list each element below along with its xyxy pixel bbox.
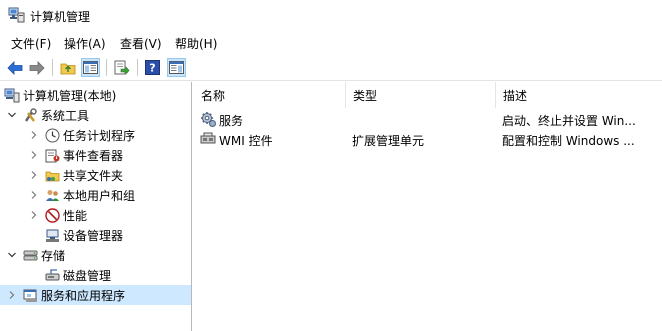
list-item-description: 启动、终止并设置 Win... xyxy=(502,114,636,128)
chevron-right-icon[interactable] xyxy=(28,129,40,141)
chevron-right-icon[interactable] xyxy=(28,189,40,201)
tree-item-system-tools[interactable]: 系统工具 xyxy=(6,105,89,125)
chevron-right-icon[interactable] xyxy=(28,149,40,161)
list-item-name: WMI 控件 xyxy=(219,134,273,148)
tree-item-performance[interactable]: 性能 xyxy=(28,205,87,225)
tree-label: 设备管理器 xyxy=(63,228,124,243)
export-list-icon[interactable] xyxy=(112,58,131,77)
chevron-right-icon[interactable] xyxy=(28,169,40,181)
menu-action[interactable]: 操作(A) xyxy=(64,35,106,52)
help-icon[interactable]: ? xyxy=(143,58,162,77)
tree-item-device-manager[interactable]: 设备管理器 xyxy=(44,225,123,245)
toolbar-separator xyxy=(137,59,138,76)
toolbar: ? xyxy=(0,54,662,81)
tree-label: 事件查看器 xyxy=(63,148,124,163)
shared-folder-icon xyxy=(44,167,60,183)
tree-item-task-scheduler[interactable]: 任务计划程序 xyxy=(28,125,135,145)
chevron-down-icon[interactable] xyxy=(6,109,18,121)
tree-label: 存储 xyxy=(41,248,66,263)
list-item-description: 配置和控制 Windows ... xyxy=(502,134,635,148)
services-applications-icon xyxy=(22,287,38,303)
tree-item-disk-management[interactable]: 磁盘管理 xyxy=(44,265,111,285)
computer-management-icon xyxy=(4,87,20,103)
show-hide-tree-icon[interactable] xyxy=(81,58,100,77)
event-viewer-icon xyxy=(44,147,60,163)
list-item-services[interactable]: 服务 启动、终止并设置 Win... xyxy=(194,110,662,130)
tree-root-computer-management[interactable]: 计算机管理(本地) xyxy=(4,85,116,105)
up-folder-icon[interactable] xyxy=(58,58,77,77)
back-arrow-icon[interactable] xyxy=(5,58,24,77)
disk-management-icon xyxy=(44,267,60,283)
tree-item-storage[interactable]: 存储 xyxy=(6,245,65,265)
users-icon xyxy=(44,187,60,203)
title-bar: 计算机管理 xyxy=(0,0,662,31)
menu-help[interactable]: 帮助(H) xyxy=(175,35,217,52)
list-item-wmi-control[interactable]: WMI 控件 扩展管理单元 配置和控制 Windows ... xyxy=(194,130,662,150)
device-manager-icon xyxy=(44,227,60,243)
menu-bar: 文件(F) 操作(A) 查看(V) 帮助(H) xyxy=(0,31,662,54)
navigation-tree[interactable]: 计算机管理(本地) 系统工具 任务计划程序 事件查看器 共享文件夹 本地用户和组… xyxy=(0,82,192,331)
computer-management-icon xyxy=(8,7,25,23)
column-header-name[interactable]: 名称 xyxy=(194,82,346,108)
window-title: 计算机管理 xyxy=(30,10,91,24)
chevron-right-icon[interactable] xyxy=(6,289,18,301)
chevron-down-icon[interactable] xyxy=(6,249,18,261)
tree-label: 任务计划程序 xyxy=(63,128,136,143)
toolbar-separator xyxy=(52,59,53,76)
tree-label: 服务和应用程序 xyxy=(41,288,126,303)
tools-icon xyxy=(22,107,38,123)
storage-icon xyxy=(22,247,38,263)
show-hide-action-pane-icon[interactable] xyxy=(167,58,186,77)
menu-file[interactable]: 文件(F) xyxy=(11,35,51,52)
tree-item-local-users-groups[interactable]: 本地用户和组 xyxy=(28,185,135,205)
chevron-right-icon[interactable] xyxy=(28,209,40,221)
forward-arrow-icon[interactable] xyxy=(27,58,46,77)
tree-label: 性能 xyxy=(63,208,88,223)
tree-item-services-applications[interactable]: 服务和应用程序 xyxy=(0,285,191,305)
tree-label: 系统工具 xyxy=(41,108,90,123)
toolbar-separator xyxy=(106,59,107,76)
details-list[interactable]: 名称 类型 描述 服务 启动、终止并设置 Win... WMI 控件 扩展管理单… xyxy=(194,82,662,331)
tree-item-shared-folders[interactable]: 共享文件夹 xyxy=(28,165,123,185)
tree-label: 磁盘管理 xyxy=(63,268,112,283)
list-item-name: 服务 xyxy=(219,114,244,128)
tree-label: 共享文件夹 xyxy=(63,168,124,183)
svg-text:?: ? xyxy=(149,62,155,75)
tree-label: 本地用户和组 xyxy=(63,188,136,203)
performance-icon xyxy=(44,207,60,223)
list-item-type: 扩展管理单元 xyxy=(352,134,425,148)
column-header-type[interactable]: 类型 xyxy=(346,82,496,108)
wmi-control-icon xyxy=(200,131,216,150)
tree-item-event-viewer[interactable]: 事件查看器 xyxy=(28,145,123,165)
column-header-description[interactable]: 描述 xyxy=(496,82,662,108)
gear-icon xyxy=(200,111,216,130)
clock-icon xyxy=(44,127,60,143)
menu-view[interactable]: 查看(V) xyxy=(120,35,162,52)
tree-label: 计算机管理(本地) xyxy=(23,88,117,103)
